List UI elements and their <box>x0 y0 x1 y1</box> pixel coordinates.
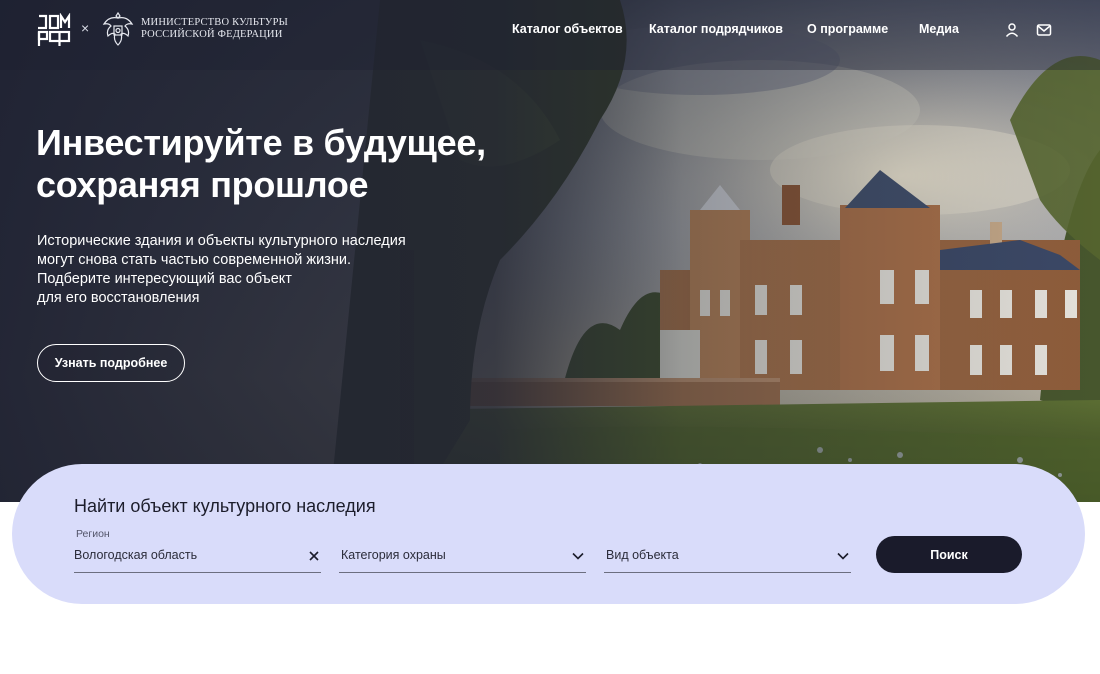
category-placeholder: Категория охраны <box>341 548 446 562</box>
ministry-line-1: МИНИСТЕРСТВО КУЛЬТУРЫ <box>141 17 288 28</box>
region-label: Регион <box>76 528 110 540</box>
object-type-select[interactable]: Вид объекта <box>604 542 851 573</box>
logo-separator: × <box>81 20 90 36</box>
dom-rf-logo[interactable] <box>37 13 71 47</box>
learn-more-button[interactable]: Узнать подробнее <box>37 344 185 382</box>
nav-media[interactable]: Медиа <box>919 22 959 36</box>
site-header: × МИНИСТЕРСТВО КУЛЬТУРЫ РОССИЙСКОЙ ФЕДЕР… <box>0 0 1100 60</box>
hero-title-line-1: Инвестируйте в будущее, <box>36 122 486 163</box>
hero-description: Исторические здания и объекты культурног… <box>37 232 406 308</box>
search-title: Найти объект культурного наследия <box>74 496 376 516</box>
clear-icon[interactable] <box>307 549 321 563</box>
type-placeholder: Вид объекта <box>606 548 679 562</box>
search-panel: Найти объект культурного наследия Регион… <box>12 464 1085 604</box>
mail-icon[interactable] <box>1036 22 1052 38</box>
nav-about-program[interactable]: О программе <box>807 22 888 36</box>
ministry-name[interactable]: МИНИСТЕРСТВО КУЛЬТУРЫ РОССИЙСКОЙ ФЕДЕРАЦ… <box>141 17 288 41</box>
ministry-line-2: РОССИЙСКОЙ ФЕДЕРАЦИИ <box>141 29 283 40</box>
user-icon[interactable] <box>1004 22 1020 38</box>
chevron-down-icon <box>572 552 584 560</box>
search-button[interactable]: Поиск <box>876 536 1022 573</box>
eagle-emblem-icon[interactable] <box>101 10 135 48</box>
hero-desc-line: Исторические здания и объекты культурног… <box>37 233 406 249</box>
nav-catalog-contractors[interactable]: Каталог подрядчиков <box>649 22 783 36</box>
region-value: Вологодская область <box>74 548 198 562</box>
hero-title-line-2: сохраняя прошлое <box>36 164 369 205</box>
hero-desc-line: для его восстановления <box>37 290 200 306</box>
hero-title: Инвестируйте в будущее, сохраняя прошлое <box>36 122 486 206</box>
region-field[interactable]: Вологодская область <box>74 542 321 573</box>
hero-desc-line: могут снова стать частью современной жиз… <box>37 252 351 268</box>
nav-catalog-objects[interactable]: Каталог объектов <box>512 22 623 36</box>
hero-desc-line: Подберите интересующий вас объект <box>37 271 292 287</box>
chevron-down-icon <box>837 552 849 560</box>
protection-category-select[interactable]: Категория охраны <box>339 542 586 573</box>
hero-section: × МИНИСТЕРСТВО КУЛЬТУРЫ РОССИЙСКОЙ ФЕДЕР… <box>0 0 1100 502</box>
